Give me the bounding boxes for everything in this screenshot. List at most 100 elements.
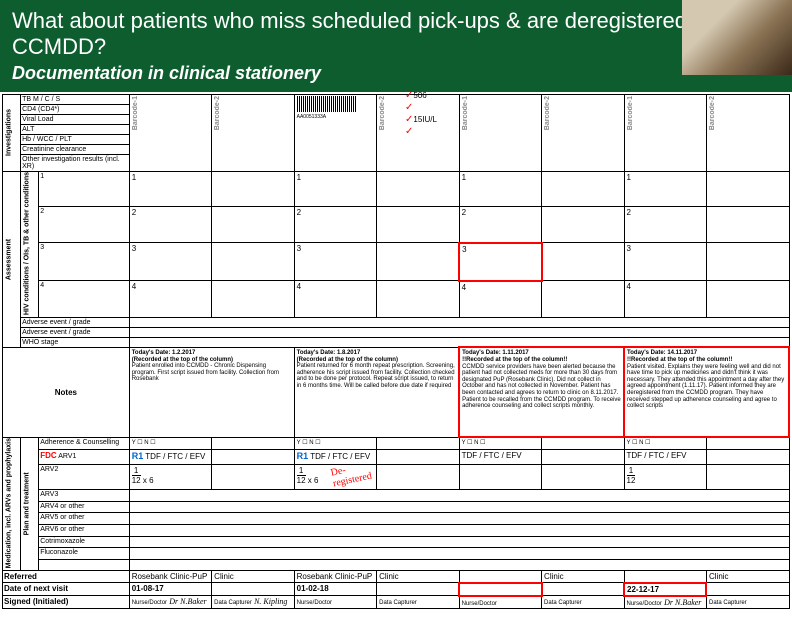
- col-date-7: Barcode-2: [706, 94, 789, 171]
- arv2-label: ARV2: [39, 465, 130, 490]
- nurse1: Nurse/Doctor: [132, 600, 167, 606]
- cond-4: 4: [39, 281, 130, 318]
- medication-label: Medication, incl. ARVs and prophylaxis: [3, 437, 21, 570]
- notes2-body: Patient returned for 6 month repeat pres…: [297, 363, 455, 389]
- barcode-text: AA0051333A: [297, 114, 374, 120]
- slide-header: What about patients who miss scheduled p…: [0, 0, 792, 92]
- dc1: Data Capturer: [214, 600, 252, 606]
- c1g: 1: [624, 171, 706, 206]
- c1d: [377, 171, 459, 206]
- fdc-c3: TDF / FTC / EFV: [459, 450, 541, 465]
- s1b: Data Capturer N. Kipling: [212, 596, 294, 609]
- c2a: 2: [129, 206, 211, 243]
- c1h: [706, 171, 789, 206]
- nurse3: Nurse/Doctor: [462, 601, 497, 607]
- nextvisit-label: Date of next visit: [3, 583, 130, 596]
- s2b: Data Capturer: [377, 596, 459, 609]
- row-other: Other investigation results (incl. XR): [21, 154, 130, 171]
- referred-label: Referred: [3, 571, 130, 583]
- arv4-label: ARV4 or other: [39, 501, 130, 513]
- s2: Nurse/Doctor: [294, 596, 376, 609]
- arv1-label: ARV1: [58, 453, 76, 460]
- arv2-c2: 112 x 6 De-registered fromCCMDD Program: [294, 465, 376, 490]
- tdf-1: TDF / FTC / EFV: [145, 452, 205, 461]
- dc4: Data Capturer: [709, 600, 747, 606]
- col-date-4: Barcode-1: [459, 94, 541, 171]
- arv3-label: ARV3: [39, 490, 130, 502]
- col-date-6: Barcode-1: [624, 94, 706, 171]
- row-hb: Hb / WCC / PLT: [21, 134, 130, 144]
- tdf-3: TDF / FTC / EFV: [462, 451, 522, 460]
- c1c: 1: [294, 171, 376, 206]
- x6-1: x 6: [143, 476, 154, 485]
- notes2-date: Today's Date: 1.8.2017: [297, 350, 361, 356]
- col-date-5: Barcode-2: [542, 94, 624, 171]
- notes2-sub: (Recorded at the top of the column): [297, 357, 398, 363]
- deregistered-stamp: De-registered fromCCMDD Program: [329, 465, 376, 490]
- s3: Nurse/Doctor: [459, 596, 541, 609]
- dc2: Data Capturer: [379, 600, 417, 606]
- plan-label: Plan and treatment: [21, 437, 39, 570]
- tdf-4: TDF / FTC / EFV: [627, 451, 687, 460]
- s3b: Data Capturer: [542, 596, 624, 609]
- c1f: [542, 171, 624, 206]
- assessment-label: Assessment: [3, 171, 21, 347]
- nurse4: Nurse/Doctor: [627, 601, 662, 607]
- ref1b: Clinic: [212, 571, 294, 583]
- notes3-body: CCMDD service providers have been alerte…: [462, 364, 621, 410]
- fdc-c4: TDF / FTC / EFV: [624, 450, 706, 465]
- form-table: Investigations TB M / C / S Barcode-1 Ba…: [2, 94, 790, 609]
- notes-col2: Today's Date: 1.8.2017 (Recorded at the …: [294, 347, 459, 437]
- notes1-date: Today's Date: 1.2.2017: [132, 350, 196, 356]
- col-date-1: Barcode-1: [129, 94, 211, 171]
- fdc-c1: R1 TDF / FTC / EFV: [129, 450, 211, 465]
- check-506: ✓506: [405, 90, 427, 101]
- tdf-2: TDF / FTC / EFV: [310, 452, 370, 461]
- nurse2: Nurse/Doctor: [297, 600, 332, 606]
- fluc-label: Fluconazole: [39, 548, 130, 560]
- notes-col1: Today's Date: 1.2.2017 (Recorded at the …: [129, 347, 294, 437]
- row-crcl: Creatinine clearance: [21, 144, 130, 154]
- notes-label: Notes: [3, 347, 130, 437]
- arv2-c1: 112 x 6: [129, 465, 211, 490]
- fdc-label: FDC: [40, 451, 56, 460]
- row-tb: TB M / C / S: [21, 94, 130, 104]
- stamp-l1: De-registered from: [329, 465, 372, 490]
- blank-med: [39, 559, 130, 571]
- arv5-label: ARV5 or other: [39, 513, 130, 525]
- who: WHO stage: [21, 337, 130, 347]
- notes-col3: Today's Date: 1.11.2017 !!Recorded at th…: [459, 347, 624, 437]
- conditions-label: HIV conditions / OIs, TB & other conditi…: [21, 171, 39, 317]
- ae1: Adverse event / grade: [21, 317, 130, 327]
- cond-2: 2: [39, 206, 130, 243]
- ref2b: Clinic: [377, 571, 459, 583]
- cotrim-label: Cotrimoxazole: [39, 536, 130, 548]
- ae2: Adverse event / grade: [21, 327, 130, 337]
- val-506: 506: [413, 91, 426, 100]
- notes-col4: Today's Date: 14.11.2017 !!Recorded at t…: [624, 347, 789, 437]
- notes4-date: Today's Date: 14.11.2017: [627, 350, 697, 356]
- fdc-row: FDC ARV1: [39, 450, 130, 465]
- row-vl: Viral Load: [21, 114, 130, 124]
- notes1-sub: (Recorded at the top of the column): [132, 357, 233, 363]
- notes4-sub: !!Recorded at the top of the column!!: [627, 357, 732, 363]
- s4: Nurse/Doctor Dr N.Baker: [624, 596, 706, 609]
- col-date-2: Barcode-2: [212, 94, 294, 171]
- header-subtitle: Documentation in clinical stationery: [12, 63, 780, 84]
- arv2-c4: 112: [624, 465, 706, 490]
- r1-1: R1: [132, 451, 144, 461]
- ref2: Rosebank Clinic-PuP: [294, 571, 376, 583]
- sig1a: Dr N.Baker: [169, 597, 206, 606]
- c1e: 1: [459, 171, 541, 206]
- val-15: 15IU/L: [413, 115, 437, 124]
- ref1: Rosebank Clinic-PuP: [129, 571, 211, 583]
- sig4a: Dr N.Baker: [664, 598, 701, 607]
- header-photo: [682, 0, 792, 75]
- s4b: Data Capturer: [706, 596, 789, 609]
- r1-2: R1: [297, 451, 309, 461]
- sig1b: N. Kipling: [254, 597, 287, 606]
- adherence-label: Adherence & Counselling: [39, 437, 130, 449]
- header-title: What about patients who miss scheduled p…: [12, 8, 780, 61]
- ref4b: Clinic: [706, 571, 789, 583]
- notes1-body: Patient enrolled into CCMDD - Chronic Di…: [132, 363, 279, 382]
